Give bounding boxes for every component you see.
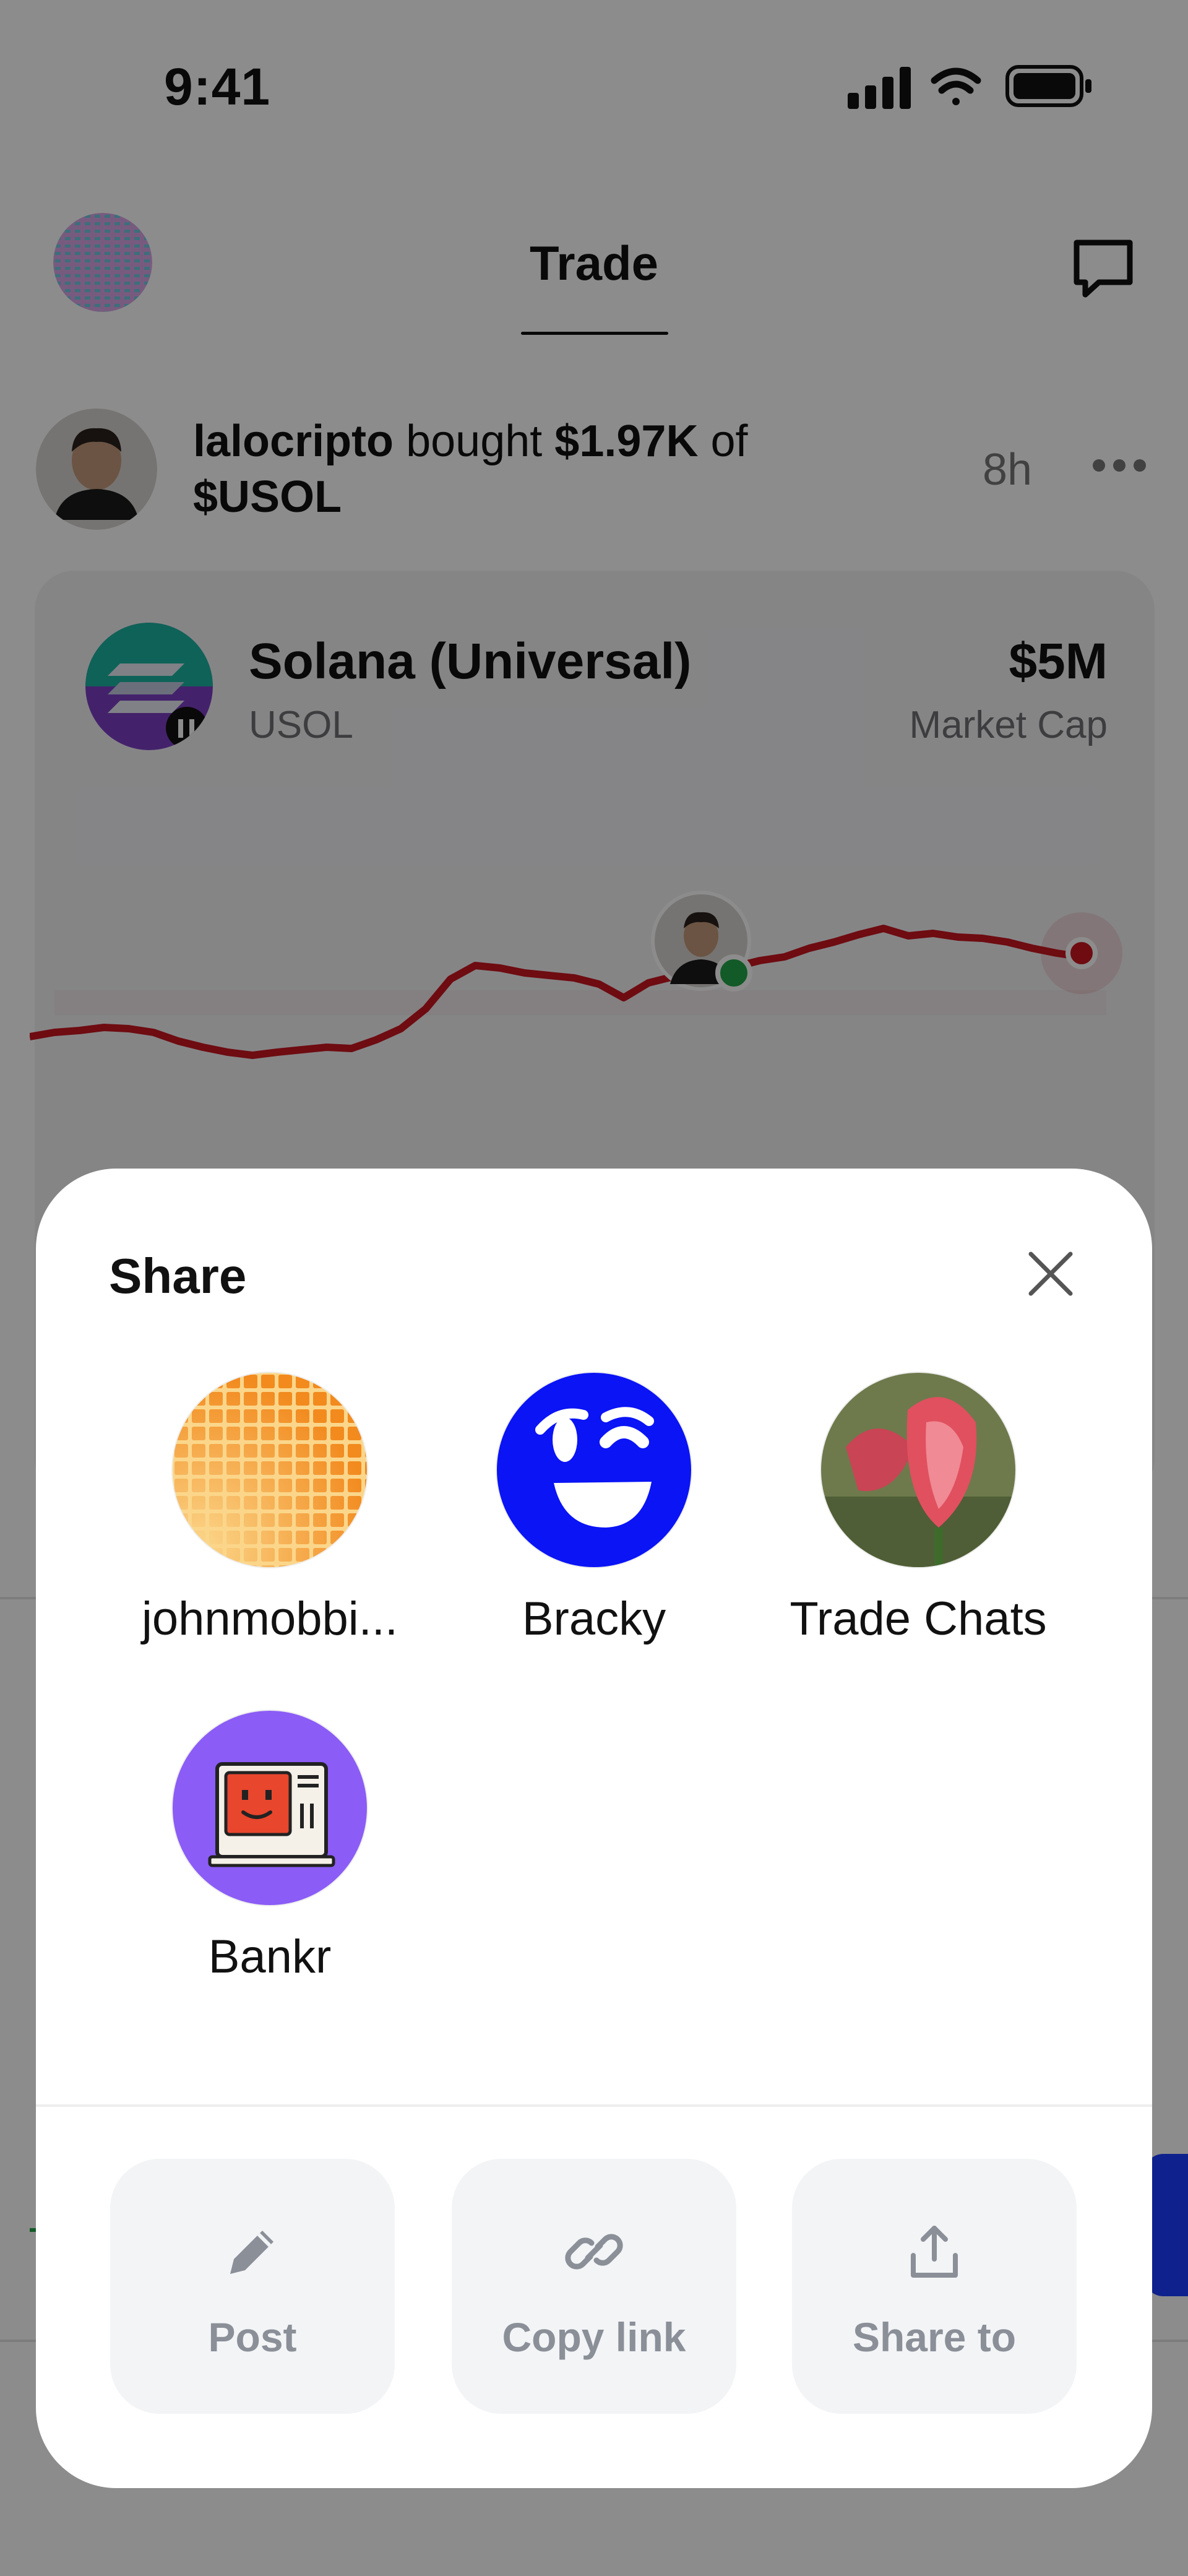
share-upload-icon [792, 2221, 1077, 2283]
pencil-icon [110, 2221, 395, 2283]
close-icon [1028, 1251, 1073, 1296]
post-button-label: Post [208, 2314, 297, 2360]
share-to-button-label: Share to [852, 2314, 1017, 2360]
tulip-avatar-icon [821, 1373, 1015, 1567]
share-target-label: Trade Chats [790, 1593, 1047, 1645]
orange-grid-avatar-icon [173, 1373, 367, 1567]
share-target-label: Bracky [522, 1593, 666, 1645]
share-sheet-divider [36, 2104, 1152, 2107]
copy-link-button-label: Copy link [502, 2314, 686, 2360]
share-target-bankr[interactable]: Bankr [109, 1711, 431, 1984]
share-target-trade-chats[interactable]: Trade Chats [757, 1373, 1079, 1646]
post-button[interactable]: Post [110, 2159, 395, 2414]
share-sheet-title: Share [109, 1248, 247, 1303]
share-target-johnmobbi[interactable]: johnmobbi... [109, 1373, 431, 1646]
link-icon [452, 2221, 736, 2283]
share-target-label: johnmobbi... [141, 1593, 398, 1645]
share-target-label: Bankr [208, 1930, 332, 1983]
robot-terminal-avatar-icon [173, 1711, 367, 1905]
share-sheet: Share johnmobbi... Bracky Trade Chats Ba… [36, 1169, 1152, 2488]
copy-link-button[interactable]: Copy link [452, 2159, 736, 2414]
wink-face-avatar-icon [497, 1373, 691, 1567]
share-to-button[interactable]: Share to [792, 2159, 1077, 2414]
close-button[interactable] [1020, 1243, 1082, 1305]
share-target-bracky[interactable]: Bracky [433, 1373, 755, 1646]
